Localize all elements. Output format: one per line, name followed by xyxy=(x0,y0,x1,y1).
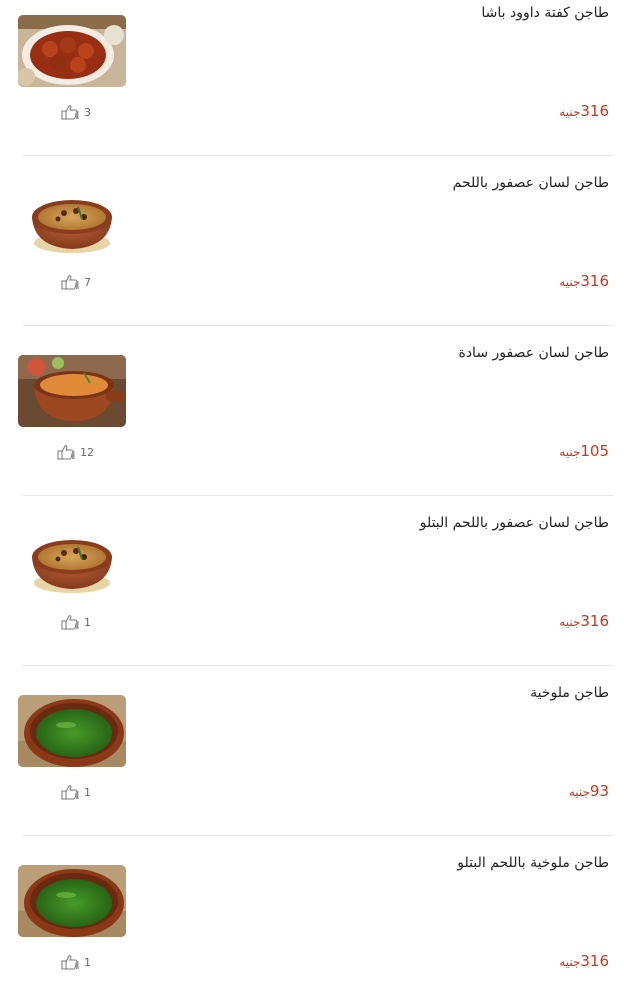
like-button[interactable]: 12 xyxy=(56,444,94,460)
item-name[interactable]: طاجن ملوخية باللحم البتلو xyxy=(457,855,609,871)
like-count: 1 xyxy=(84,955,91,969)
thumbs-up-icon xyxy=(60,784,82,800)
price-currency: جنيه xyxy=(559,615,581,629)
like-count: 7 xyxy=(84,275,91,289)
thumbs-up-icon xyxy=(60,614,82,630)
menu-item[interactable]: طاجن لسان عصفور باللحم البتلو 316جنيه 1 xyxy=(0,510,624,680)
like-button[interactable]: 1 xyxy=(60,784,91,800)
price-currency: جنيه xyxy=(559,275,581,289)
item-price: 105جنيه xyxy=(559,441,609,460)
item-price: 316جنيه xyxy=(559,611,609,630)
divider xyxy=(23,495,613,496)
divider xyxy=(23,325,613,326)
molokhia-veal-clay-pot-photo[interactable] xyxy=(18,865,126,937)
price-amount: 316 xyxy=(580,272,609,290)
item-name[interactable]: طاجن لسان عصفور باللحم البتلو xyxy=(420,515,609,531)
orzo-veal-clay-pot-photo[interactable] xyxy=(18,525,126,597)
item-price: 316جنيه xyxy=(559,951,609,970)
item-name[interactable]: طاجن كفتة داوود باشا xyxy=(481,5,609,21)
item-name[interactable]: طاجن لسان عصفور باللحم xyxy=(453,175,609,191)
price-currency: جنيه xyxy=(559,105,581,119)
price-amount: 316 xyxy=(580,102,609,120)
thumbs-up-icon xyxy=(56,444,78,460)
item-name[interactable]: طاجن لسان عصفور سادة xyxy=(458,345,609,361)
molokhia-clay-pot-photo[interactable] xyxy=(18,695,126,767)
item-price: 93جنيه xyxy=(569,781,609,800)
divider xyxy=(23,155,613,156)
item-price: 316جنيه xyxy=(559,101,609,120)
price-amount: 105 xyxy=(580,442,609,460)
menu-item[interactable]: طاجن ملوخية 93جنيه 1 xyxy=(0,680,624,850)
item-price: 316جنيه xyxy=(559,271,609,290)
like-button[interactable]: 1 xyxy=(60,614,91,630)
menu-item[interactable]: طاجن لسان عصفور باللحم 316جنيه 7 xyxy=(0,170,624,340)
like-button[interactable]: 1 xyxy=(60,954,91,970)
price-currency: جنيه xyxy=(559,955,581,969)
thumbs-up-icon xyxy=(60,104,82,120)
like-button[interactable]: 3 xyxy=(60,104,91,120)
thumbs-up-icon xyxy=(60,954,82,970)
orzo-meat-clay-pot-photo[interactable] xyxy=(18,185,126,257)
price-currency: جنيه xyxy=(568,785,590,799)
like-count: 3 xyxy=(84,105,91,119)
like-count: 12 xyxy=(80,445,94,459)
price-currency: جنيه xyxy=(559,445,581,459)
divider xyxy=(23,665,613,666)
price-amount: 316 xyxy=(580,612,609,630)
like-button[interactable]: 7 xyxy=(60,274,91,290)
menu-items-list: طاجن كفتة داوود باشا 316جنيه 3 طاجن لسان عص… xyxy=(0,0,624,991)
menu-item[interactable]: طاجن كفتة داوود باشا 316جنيه 3 xyxy=(0,0,624,170)
menu-item[interactable]: طاجن ملوخية باللحم البتلو 316جنيه 1 xyxy=(0,850,624,991)
thumbs-up-icon xyxy=(60,274,82,290)
orzo-plain-clay-pot-photo[interactable] xyxy=(18,355,126,427)
menu-item[interactable]: طاجن لسان عصفور سادة 105جنيه 12 xyxy=(0,340,624,510)
item-name[interactable]: طاجن ملوخية xyxy=(530,685,609,701)
price-amount: 316 xyxy=(580,952,609,970)
like-count: 1 xyxy=(84,785,91,799)
kofta-dish-photo[interactable] xyxy=(18,15,126,87)
divider xyxy=(23,835,613,836)
price-amount: 93 xyxy=(589,782,609,800)
like-count: 1 xyxy=(84,615,91,629)
